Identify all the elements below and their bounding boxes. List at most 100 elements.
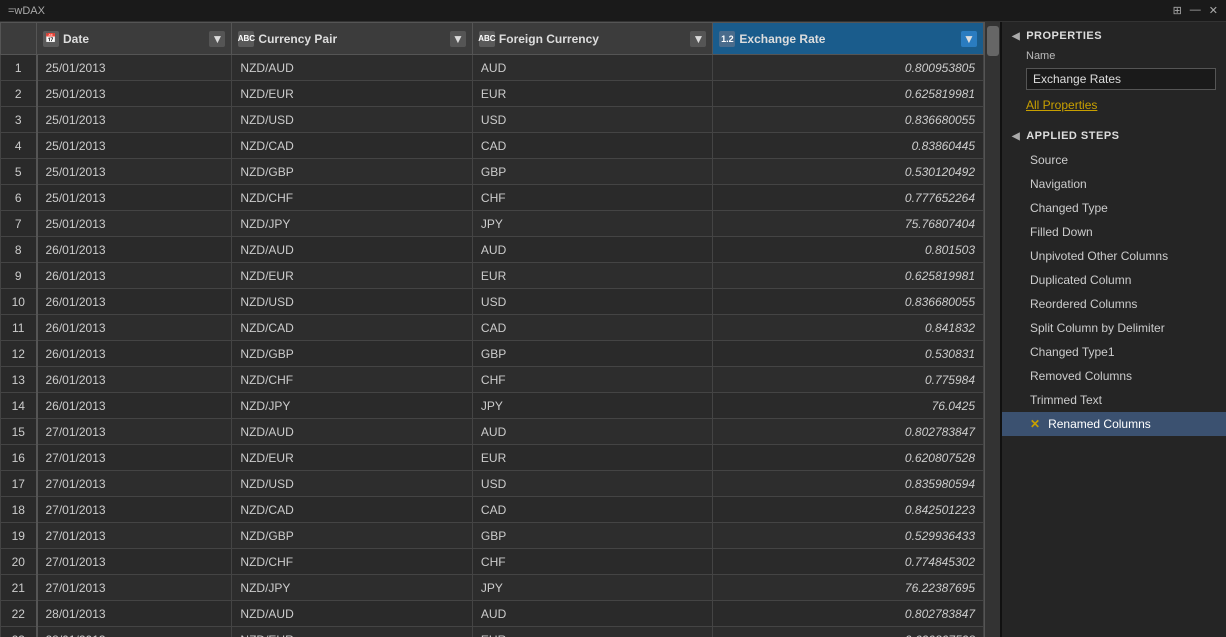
cell-exchange-rate: 0.625819981	[713, 81, 984, 107]
exchangerate-type-icon: 1.2	[719, 31, 735, 47]
row-number: 13	[1, 367, 37, 393]
cell-date: 25/01/2013	[37, 185, 232, 211]
table-row: 225/01/2013NZD/EUREUR0.625819981	[1, 81, 984, 107]
step-label: Filled Down	[1030, 225, 1093, 239]
cell-currency-pair: NZD/CHF	[232, 549, 473, 575]
properties-panel: ◀ PROPERTIES Name All Properties ◀ APPLI…	[1000, 22, 1226, 637]
table-row: 1627/01/2013NZD/EUREUR0.620807528	[1, 445, 984, 471]
table-row: 1827/01/2013NZD/CADCAD0.842501223	[1, 497, 984, 523]
step-item[interactable]: Reordered Columns	[1002, 292, 1226, 316]
cell-foreign-currency: AUD	[472, 237, 713, 263]
cell-date: 27/01/2013	[37, 471, 232, 497]
cell-foreign-currency: CHF	[472, 549, 713, 575]
col-header-exchange-rate[interactable]: 1.2 Exchange Rate ▼	[713, 23, 984, 55]
date-dropdown-icon[interactable]: ▼	[209, 31, 225, 47]
step-item[interactable]: Changed Type1	[1002, 340, 1226, 364]
cell-exchange-rate: 0.835980594	[713, 471, 984, 497]
cell-date: 27/01/2013	[37, 549, 232, 575]
col-header-currency-pair[interactable]: ABC Currency Pair ▼	[232, 23, 473, 55]
table-row: 725/01/2013NZD/JPYJPY75.76807404	[1, 211, 984, 237]
cell-date: 26/01/2013	[37, 289, 232, 315]
properties-title: PROPERTIES	[1026, 30, 1102, 42]
table-row: 1927/01/2013NZD/GBPGBP0.529936433	[1, 523, 984, 549]
cell-currency-pair: NZD/CHF	[232, 185, 473, 211]
step-item[interactable]: Source	[1002, 148, 1226, 172]
row-number: 6	[1, 185, 37, 211]
table-row: 2127/01/2013NZD/JPYJPY76.22387695	[1, 575, 984, 601]
step-label: Changed Type1	[1030, 345, 1115, 359]
cell-foreign-currency: GBP	[472, 523, 713, 549]
cell-foreign-currency: CAD	[472, 315, 713, 341]
properties-collapse-icon[interactable]: ◀	[1012, 31, 1020, 42]
table-scroll-area[interactable]: 📅 Date ▼ ABC Currency Pair ▼	[0, 22, 984, 637]
table-row: 425/01/2013NZD/CADCAD0.83860445	[1, 133, 984, 159]
step-label: Source	[1030, 153, 1068, 167]
cell-foreign-currency: EUR	[472, 445, 713, 471]
table-header-row: 📅 Date ▼ ABC Currency Pair ▼	[1, 23, 984, 55]
step-item[interactable]: ✕Renamed Columns	[1002, 412, 1226, 436]
cell-foreign-currency: GBP	[472, 159, 713, 185]
row-number: 10	[1, 289, 37, 315]
step-label: Changed Type	[1030, 201, 1108, 215]
col-header-row	[1, 23, 37, 55]
scroll-thumb[interactable]	[987, 26, 999, 56]
cell-exchange-rate: 0.625819981	[713, 263, 984, 289]
data-table: 📅 Date ▼ ABC Currency Pair ▼	[0, 22, 984, 637]
table-row: 125/01/2013NZD/AUDAUD0.800953805	[1, 55, 984, 81]
cell-date: 25/01/2013	[37, 55, 232, 81]
cell-currency-pair: NZD/JPY	[232, 393, 473, 419]
row-number: 20	[1, 549, 37, 575]
cell-date: 26/01/2013	[37, 263, 232, 289]
step-item[interactable]: Unpivoted Other Columns	[1002, 244, 1226, 268]
table-body: 125/01/2013NZD/AUDAUD0.800953805225/01/2…	[1, 55, 984, 637]
all-properties-link[interactable]: All Properties	[1026, 98, 1216, 112]
cell-foreign-currency: AUD	[472, 601, 713, 627]
step-item[interactable]: Filled Down	[1002, 220, 1226, 244]
step-item[interactable]: Removed Columns	[1002, 364, 1226, 388]
row-number: 1	[1, 55, 37, 81]
cell-date: 28/01/2013	[37, 627, 232, 637]
table-row: 625/01/2013NZD/CHFCHF0.777652264	[1, 185, 984, 211]
step-item[interactable]: Split Column by Delimiter	[1002, 316, 1226, 340]
cell-exchange-rate: 0.530831	[713, 341, 984, 367]
properties-section-header: ◀ PROPERTIES	[1002, 22, 1226, 48]
exchangerate-dropdown-icon[interactable]: ▼	[961, 31, 977, 47]
cell-foreign-currency: GBP	[472, 341, 713, 367]
main-content: 📅 Date ▼ ABC Currency Pair ▼	[0, 22, 1226, 637]
row-number: 14	[1, 393, 37, 419]
cell-currency-pair: NZD/EUR	[232, 627, 473, 637]
step-label: Reordered Columns	[1030, 297, 1137, 311]
col-header-date[interactable]: 📅 Date ▼	[37, 23, 232, 55]
col-header-foreign-currency[interactable]: ABC Foreign Currency ▼	[472, 23, 713, 55]
table-row: 926/01/2013NZD/EUREUR0.625819981	[1, 263, 984, 289]
cell-exchange-rate: 0.801503	[713, 237, 984, 263]
foreigncurrency-dropdown-icon[interactable]: ▼	[690, 31, 706, 47]
step-label: Split Column by Delimiter	[1030, 321, 1165, 335]
cell-exchange-rate: 0.802783847	[713, 419, 984, 445]
applied-steps-section-header: ◀ APPLIED STEPS	[1002, 122, 1226, 148]
cell-exchange-rate: 0.836680055	[713, 289, 984, 315]
currencypair-dropdown-icon[interactable]: ▼	[450, 31, 466, 47]
col-label-date: Date	[63, 32, 89, 46]
step-item[interactable]: Duplicated Column	[1002, 268, 1226, 292]
cell-date: 25/01/2013	[37, 107, 232, 133]
vertical-scrollbar[interactable]	[984, 22, 1000, 637]
step-label: Unpivoted Other Columns	[1030, 249, 1168, 263]
cell-exchange-rate: 75.76807404	[713, 211, 984, 237]
cell-currency-pair: NZD/EUR	[232, 445, 473, 471]
row-number: 23	[1, 627, 37, 637]
cell-currency-pair: NZD/JPY	[232, 211, 473, 237]
cell-date: 26/01/2013	[37, 237, 232, 263]
table-row: 2027/01/2013NZD/CHFCHF0.774845302	[1, 549, 984, 575]
step-item[interactable]: Changed Type	[1002, 196, 1226, 220]
name-input[interactable]	[1026, 68, 1216, 90]
cell-exchange-rate: 0.841832	[713, 315, 984, 341]
step-item[interactable]: Trimmed Text	[1002, 388, 1226, 412]
step-item[interactable]: Navigation	[1002, 172, 1226, 196]
cell-date: 28/01/2013	[37, 601, 232, 627]
cell-currency-pair: NZD/GBP	[232, 159, 473, 185]
row-number: 3	[1, 107, 37, 133]
applied-steps-collapse-icon[interactable]: ◀	[1012, 131, 1020, 142]
step-label: Trimmed Text	[1030, 393, 1102, 407]
cell-foreign-currency: EUR	[472, 263, 713, 289]
